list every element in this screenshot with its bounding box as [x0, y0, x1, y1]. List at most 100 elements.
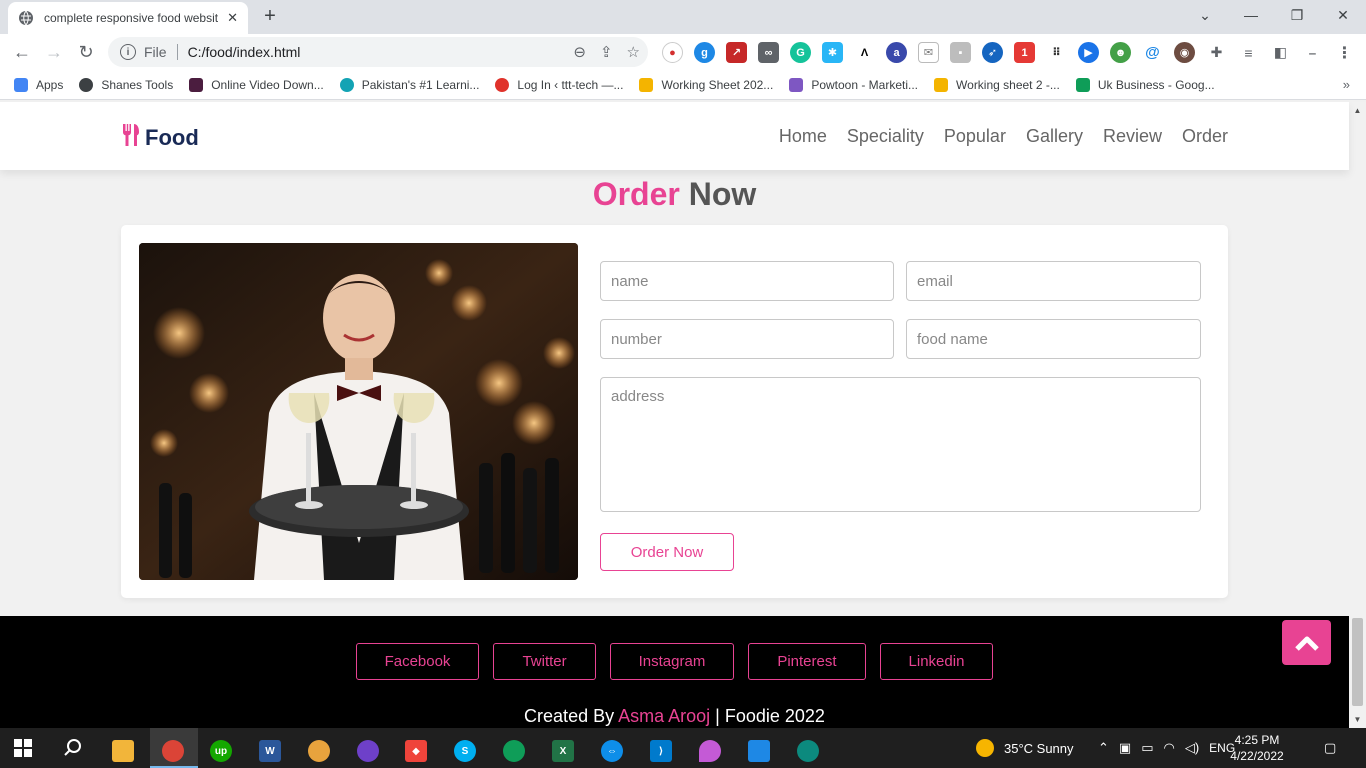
food-name-field[interactable]	[906, 319, 1201, 359]
bookmark-working-sheet-2[interactable]: Working sheet 2 -...	[934, 77, 1060, 92]
red-arrow-extension-icon[interactable]: ↗	[726, 42, 747, 63]
url-text[interactable]: C:/food/index.html	[188, 44, 301, 60]
sun-icon	[976, 739, 994, 757]
scroll-up-arrow-icon[interactable]: ▲	[1349, 102, 1366, 119]
wifi-icon[interactable]: ◠	[1164, 740, 1175, 756]
scrollbar-thumb[interactable]	[1352, 618, 1363, 706]
play-extension-icon[interactable]: ▶	[1078, 42, 1099, 63]
excel-icon[interactable]: X	[543, 734, 583, 768]
nav-gallery[interactable]: Gallery	[1026, 126, 1083, 147]
bookmark-shanes-tools[interactable]: Shanes Tools	[79, 77, 173, 92]
bookmark-pakistan-learning[interactable]: Pakistan's #1 Learni...	[339, 77, 479, 92]
new-tab-button[interactable]: +	[258, 4, 282, 28]
side-panel-icon[interactable]: ◧	[1270, 42, 1291, 63]
linkedin-link[interactable]: Linkedin	[879, 643, 994, 680]
file-explorer-icon[interactable]	[103, 734, 143, 768]
anydesk-icon[interactable]: ◆	[396, 734, 436, 768]
extensions-puzzle-icon[interactable]: ✚	[1206, 42, 1227, 63]
word-icon[interactable]: W	[250, 734, 290, 768]
puzzle-color-extension-icon[interactable]: ✱	[822, 42, 843, 63]
nav-order[interactable]: Order	[1182, 126, 1228, 147]
restore-button[interactable]: ❐	[1274, 0, 1320, 30]
avatar-extension-icon[interactable]: ◉	[1174, 42, 1195, 63]
powtoon-icon	[789, 77, 804, 92]
skype-icon[interactable]: S	[445, 734, 485, 768]
mail-extension-icon[interactable]: ✉	[918, 42, 939, 63]
vscode-icon[interactable]: ⟩	[641, 734, 681, 768]
pokeball-extension-icon[interactable]: ●	[662, 42, 683, 63]
a-logo-extension-icon[interactable]: Λ	[854, 42, 875, 63]
facebook-link[interactable]: Facebook	[355, 643, 480, 680]
nav-review[interactable]: Review	[1103, 126, 1162, 147]
reading-list-icon[interactable]: ≡	[1238, 42, 1259, 63]
sheets-icon	[1075, 77, 1090, 92]
browser-tab[interactable]: complete responsive food websit ✕	[8, 2, 248, 34]
search-icon[interactable]	[63, 738, 83, 763]
meet-icon[interactable]: ▣	[1119, 740, 1131, 756]
chrome-taskbar-icon[interactable]	[153, 734, 193, 768]
bookmarks-bar: Apps Shanes Tools Online Video Down... P…	[0, 70, 1366, 100]
email-field[interactable]	[906, 261, 1201, 301]
github-desktop-icon[interactable]	[348, 734, 388, 768]
teamviewer-icon[interactable]: ⇔	[592, 734, 632, 768]
nav-popular[interactable]: Popular	[944, 126, 1006, 147]
notifications-icon[interactable]: ▢	[1324, 728, 1336, 768]
link-extension-icon[interactable]: ∞	[758, 42, 779, 63]
bookmark-ttt-tech[interactable]: Log In ‹ ttt-tech —...	[495, 77, 623, 92]
nav-speciality[interactable]: Speciality	[847, 126, 924, 147]
chrome-alt-icon[interactable]	[494, 734, 534, 768]
profile-icon[interactable]: ‒	[1302, 42, 1323, 63]
notify-extension-icon[interactable]: 1	[1014, 42, 1035, 63]
info-icon[interactable]: i	[120, 44, 136, 60]
paint-icon[interactable]	[690, 734, 730, 768]
grammarly-extension-icon[interactable]: G	[790, 42, 811, 63]
upwork-icon[interactable]: up	[201, 734, 241, 768]
order-now-button[interactable]: Order Now	[600, 533, 734, 571]
bookmarks-overflow-icon[interactable]: »	[1343, 77, 1350, 92]
bookmark-uk-business[interactable]: Uk Business - Goog...	[1075, 77, 1215, 92]
nav-home[interactable]: Home	[779, 126, 827, 147]
pinterest-link[interactable]: Pinterest	[748, 643, 866, 680]
bookmark-apps[interactable]: Apps	[14, 77, 63, 92]
reload-button[interactable]: ↻	[74, 40, 98, 64]
windows-start-icon[interactable]	[14, 739, 32, 762]
scroll-to-top-button[interactable]	[1282, 620, 1331, 665]
bookmark-powtoon[interactable]: Powtoon - Marketi...	[789, 77, 918, 92]
share-icon[interactable]: ⇪	[600, 43, 613, 61]
volume-icon[interactable]: ◁)	[1185, 740, 1199, 756]
at-extension-icon[interactable]: a	[886, 42, 907, 63]
close-window-button[interactable]: ✕	[1320, 0, 1366, 30]
taskbar-clock[interactable]: 4:25 PM 4/22/2022	[1222, 732, 1292, 764]
bookmark-online-video[interactable]: Online Video Down...	[189, 77, 324, 92]
bookmark-working-sheet[interactable]: Working Sheet 202...	[639, 77, 773, 92]
tab-search-icon[interactable]: ⌄	[1182, 0, 1228, 30]
g-extension-icon[interactable]: g	[694, 42, 715, 63]
name-field[interactable]	[600, 261, 894, 301]
number-field[interactable]	[600, 319, 894, 359]
frog-extension-icon[interactable]: ☻	[1110, 42, 1131, 63]
battery-icon[interactable]: ▭	[1141, 740, 1153, 756]
minimize-button[interactable]: —	[1228, 0, 1274, 30]
chrome-profile-icon[interactable]	[299, 734, 339, 768]
photos-icon[interactable]	[739, 734, 779, 768]
address-field[interactable]	[600, 377, 1201, 512]
rocket-extension-icon[interactable]: ➶	[982, 42, 1003, 63]
site-logo[interactable]: Food	[121, 123, 199, 153]
page-scrollbar[interactable]: ▲ ▼	[1349, 102, 1366, 728]
forward-button[interactable]: →	[42, 40, 66, 64]
bookmark-star-icon[interactable]: ☆	[627, 43, 640, 61]
scroll-down-arrow-icon[interactable]: ▼	[1349, 711, 1366, 728]
grey-extension-icon[interactable]: ▪	[950, 42, 971, 63]
address-bar[interactable]: i File C:/food/index.html ⊖ ⇪ ☆	[108, 37, 648, 67]
instagram-link[interactable]: Instagram	[609, 643, 735, 680]
menu-kebab-icon[interactable]: ⋮	[1334, 42, 1355, 63]
at-sign-extension-icon[interactable]: @	[1142, 42, 1163, 63]
zoom-icon[interactable]: ⊖	[573, 43, 586, 61]
weather-widget[interactable]: 35°C Sunny	[976, 728, 1074, 768]
edge-icon[interactable]	[788, 734, 828, 768]
twitter-link[interactable]: Twitter	[493, 643, 596, 680]
close-tab-icon[interactable]: ✕	[227, 10, 238, 26]
tray-overflow-icon[interactable]: ⌃	[1098, 740, 1109, 756]
dots-grid-extension-icon[interactable]: ⠿	[1046, 42, 1067, 63]
back-button[interactable]: ←	[10, 40, 34, 64]
